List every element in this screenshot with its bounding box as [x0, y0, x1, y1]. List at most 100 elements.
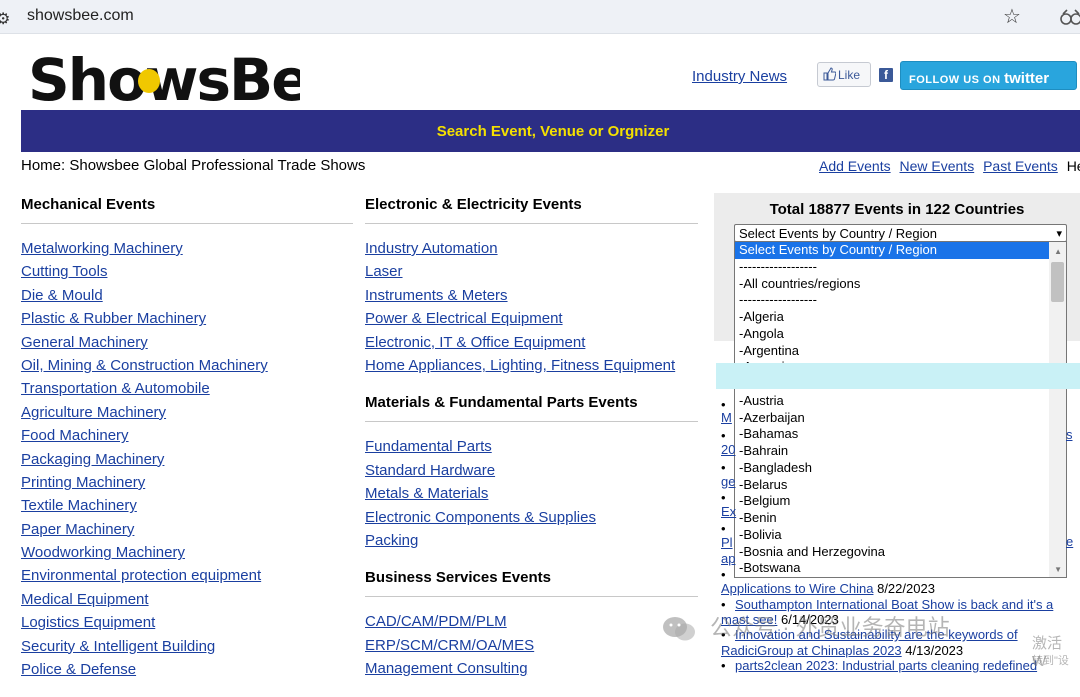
news-stub[interactable]: ap — [721, 551, 735, 566]
news-stub[interactable]: Pl — [721, 535, 733, 550]
category-link[interactable]: Packaging Machinery — [21, 451, 164, 468]
dropdown-option[interactable]: -Austria — [735, 393, 1066, 410]
list-item[interactable]: Logistics Equipment — [21, 614, 353, 637]
list-item[interactable]: Electronic, IT & Office Equipment — [365, 334, 698, 357]
add-events-link[interactable]: Add Events — [819, 158, 891, 174]
category-link[interactable]: Standard Hardware — [365, 462, 495, 479]
category-link[interactable]: Transportation & Automobile — [21, 380, 210, 397]
list-item[interactable]: Paper Machinery — [21, 521, 353, 544]
category-link[interactable]: Electronic Components & Supplies — [365, 509, 596, 526]
category-link[interactable]: Police & Defense — [21, 661, 136, 678]
list-item[interactable]: Instruments & Meters — [365, 287, 698, 310]
category-link[interactable]: Plastic & Rubber Machinery — [21, 310, 206, 327]
dropdown-option[interactable]: -Benin — [735, 510, 1066, 527]
dropdown-option[interactable]: ------------------ — [735, 259, 1066, 276]
news-title[interactable]: Applications to Wire China — [721, 581, 873, 596]
dropdown-option[interactable]: -Bosnia and Herzegovina — [735, 544, 1066, 561]
country-dropdown-list[interactable]: Select Events by Country / Region ------… — [734, 241, 1067, 578]
dropdown-scrollbar[interactable]: ▲ ▼ — [1049, 242, 1066, 577]
list-item[interactable]: Electronic Components & Supplies — [365, 509, 698, 532]
bookmark-star-icon[interactable]: ☆ — [1003, 4, 1021, 29]
list-item[interactable]: Environmental protection equipment — [21, 567, 353, 590]
list-item[interactable]: Power & Electrical Equipment — [365, 310, 698, 333]
news-stub-right[interactable]: s — [1066, 427, 1073, 442]
industry-news-link[interactable]: Industry News — [692, 68, 787, 85]
category-link[interactable]: Metalworking Machinery — [21, 240, 183, 257]
category-link[interactable]: Medical Equipment — [21, 591, 149, 608]
search-banner-label[interactable]: Search Event, Venue or Orgnizer — [437, 123, 670, 140]
list-item[interactable]: Police & Defense — [21, 661, 353, 684]
list-item[interactable]: Medical Equipment — [21, 591, 353, 614]
category-link[interactable]: General Machinery — [21, 334, 148, 351]
list-item[interactable]: Textile Machinery — [21, 497, 353, 520]
dropdown-option[interactable]: -Bahamas — [735, 426, 1066, 443]
url-text[interactable]: showsbee.com — [27, 7, 134, 25]
list-item[interactable]: Fundamental Parts — [365, 438, 698, 461]
follow-twitter-button[interactable]: FOLLOW US ON twitter — [900, 61, 1077, 90]
dropdown-option[interactable]: ------------------ — [735, 292, 1066, 309]
list-item[interactable]: Management Consulting — [365, 660, 698, 683]
category-link[interactable]: CAD/CAM/PDM/PLM — [365, 613, 507, 630]
dropdown-option[interactable]: -Azerbaijan — [735, 410, 1066, 427]
category-link[interactable]: Agriculture Machinery — [21, 404, 166, 421]
list-item[interactable]: Food Machinery — [21, 427, 353, 450]
category-link[interactable]: Industry Automation — [365, 240, 498, 257]
list-item[interactable]: Cutting Tools — [21, 263, 353, 286]
category-link[interactable]: Power & Electrical Equipment — [365, 310, 563, 327]
dropdown-option[interactable]: -Bangladesh — [735, 460, 1066, 477]
category-link[interactable]: ERP/SCM/CRM/OA/MES — [365, 637, 534, 654]
category-link[interactable]: Printing Machinery — [21, 474, 145, 491]
dropdown-option[interactable]: -Algeria — [735, 309, 1066, 326]
dropdown-option[interactable]: -Botswana — [735, 560, 1066, 577]
dropdown-option[interactable]: -Bolivia — [735, 527, 1066, 544]
list-item[interactable]: Agriculture Machinery — [21, 404, 353, 427]
dropdown-option[interactable]: -Argentina — [735, 343, 1066, 360]
dropdown-option[interactable]: Select Events by Country / Region — [735, 242, 1066, 259]
news-stub-right[interactable]: e — [1066, 534, 1073, 549]
list-item[interactable]: Die & Mould — [21, 287, 353, 310]
news-title[interactable]: parts2clean 2023: Industrial parts clean… — [735, 658, 1037, 673]
category-link[interactable]: Security & Intelligent Building — [21, 638, 215, 655]
category-link[interactable]: Environmental protection equipment — [21, 567, 261, 584]
category-link[interactable]: Packing — [365, 532, 418, 549]
new-events-link[interactable]: New Events — [900, 158, 975, 174]
news-stub[interactable]: M — [721, 410, 732, 425]
list-item[interactable]: Metalworking Machinery — [21, 240, 353, 263]
facebook-like-button[interactable]: Like — [817, 62, 871, 87]
facebook-icon[interactable]: f — [879, 68, 893, 82]
list-item[interactable]: Standard Hardware — [365, 462, 698, 485]
list-item[interactable]: Industry Automation — [365, 240, 698, 263]
dropdown-option[interactable]: -Belarus — [735, 477, 1066, 494]
category-link[interactable]: Oil, Mining & Construction Machinery — [21, 357, 268, 374]
list-item[interactable]: Security & Intelligent Building — [21, 638, 353, 661]
category-link[interactable]: Fundamental Parts — [365, 438, 492, 455]
category-link[interactable]: Logistics Equipment — [21, 614, 155, 631]
category-link[interactable]: Metals & Materials — [365, 485, 488, 502]
news-title-cont[interactable]: RadiciGroup at Chinaplas 2023 — [721, 643, 902, 658]
category-link[interactable]: Woodworking Machinery — [21, 544, 185, 561]
extension-icon[interactable] — [1059, 8, 1080, 26]
list-item[interactable]: Packing — [365, 532, 698, 555]
dropdown-option[interactable]: -Belgium — [735, 493, 1066, 510]
list-item[interactable]: Home Appliances, Lighting, Fitness Equip… — [365, 357, 698, 380]
scroll-up-icon[interactable]: ▲ — [1054, 247, 1062, 256]
dropdown-option[interactable]: -Bahrain — [735, 443, 1066, 460]
dropdown-option[interactable]: -All countries/regions — [735, 276, 1066, 293]
category-link[interactable]: Textile Machinery — [21, 497, 137, 514]
list-item[interactable]: Plastic & Rubber Machinery — [21, 310, 353, 333]
news-stub[interactable]: 20 — [721, 442, 735, 457]
list-item[interactable]: General Machinery — [21, 334, 353, 357]
category-link[interactable]: Die & Mould — [21, 287, 103, 304]
country-select[interactable]: Select Events by Country / Region ▾ — [734, 224, 1067, 242]
list-item[interactable]: Oil, Mining & Construction Machinery — [21, 357, 353, 380]
scroll-down-icon[interactable]: ▼ — [1054, 565, 1062, 574]
list-item[interactable]: CAD/CAM/PDM/PLM — [365, 613, 698, 636]
category-link[interactable]: Cutting Tools — [21, 263, 107, 280]
help-link[interactable]: Help — [1067, 158, 1080, 174]
list-item[interactable]: Woodworking Machinery — [21, 544, 353, 567]
list-item[interactable]: Laser — [365, 263, 698, 286]
showsbee-logo[interactable]: ShowsBee — [28, 46, 348, 114]
list-item[interactable]: Printing Machinery — [21, 474, 353, 497]
category-link[interactable]: Instruments & Meters — [365, 287, 508, 304]
past-events-link[interactable]: Past Events — [983, 158, 1058, 174]
